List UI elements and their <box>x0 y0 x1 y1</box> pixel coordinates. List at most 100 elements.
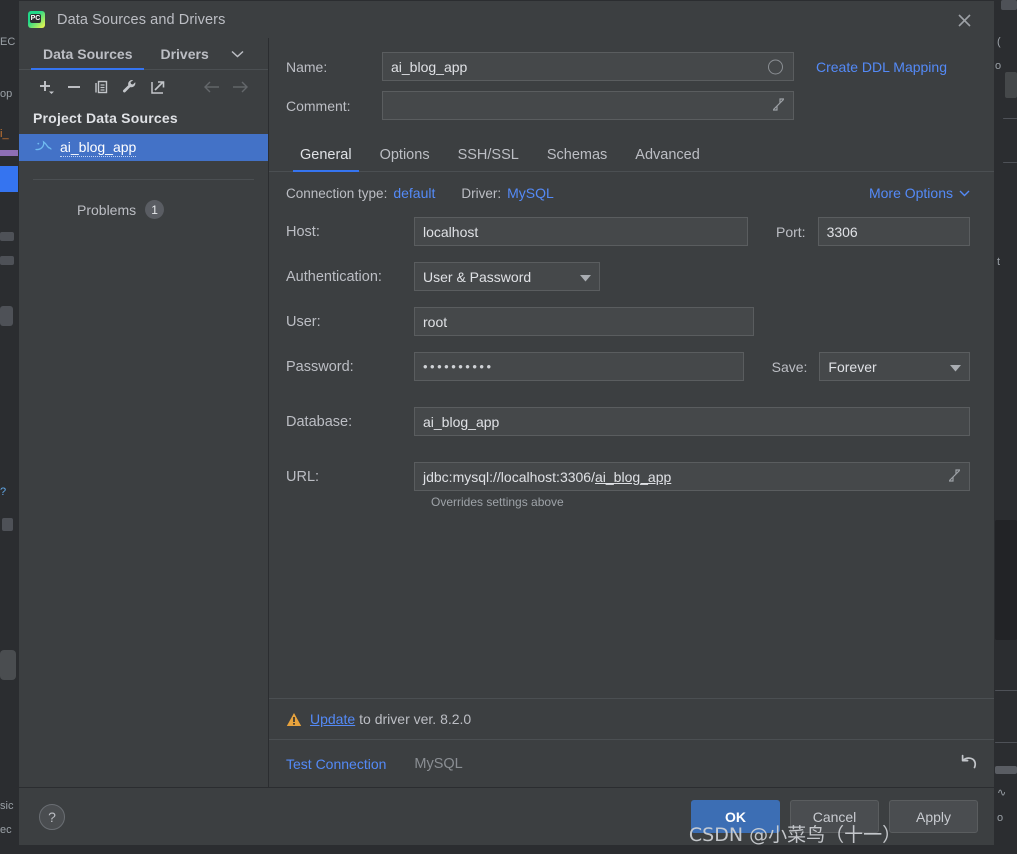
expand-icon[interactable] <box>772 97 785 114</box>
database-row: Database: ai_blog_app <box>286 407 970 436</box>
tab-options[interactable]: Options <box>366 142 444 171</box>
url-label: URL: <box>286 468 320 485</box>
port-input[interactable]: 3306 <box>817 217 970 246</box>
test-connection-bar: Test Connection MySQL <box>269 739 994 787</box>
expand-icon[interactable] <box>948 468 961 485</box>
create-ddl-mapping-link[interactable]: Create DDL Mapping <box>816 59 947 75</box>
authentication-row: Authentication: User & Password <box>286 262 970 291</box>
help-button[interactable]: ? <box>39 803 65 830</box>
host-input-value: localhost <box>423 223 479 240</box>
close-icon[interactable] <box>942 5 986 35</box>
driver-value[interactable]: MySQL <box>507 185 554 201</box>
background-ide-right-edge: ( t ∿ o o <box>995 0 1017 854</box>
user-label: User: <box>286 313 321 330</box>
database-label: Database: <box>286 413 353 430</box>
tab-data-sources-label: Data Sources <box>43 45 133 62</box>
tab-advanced-label: Advanced <box>635 147 700 163</box>
chevron-down-icon <box>950 359 961 375</box>
url-row: URL: jdbc:mysql://localhost:3306/ai_blog… <box>286 462 970 491</box>
sidebar-item-ai-blog-app[interactable]: ai_blog_app <box>19 134 268 161</box>
connection-type-value[interactable]: default <box>393 185 435 201</box>
host-label: Host: <box>286 223 320 240</box>
problems-count-badge: 1 <box>145 200 165 219</box>
sidebar-item-label: ai_blog_app <box>60 138 137 157</box>
data-sources-dialog: Data Sources and Drivers Data Sources Dr… <box>18 0 995 846</box>
tab-drivers-label: Drivers <box>160 45 209 62</box>
ok-button[interactable]: OK <box>691 800 780 833</box>
add-button[interactable] <box>33 74 59 100</box>
name-label: Name: <box>286 58 328 75</box>
comment-input[interactable] <box>382 91 794 120</box>
driver-label: Driver: <box>461 185 502 201</box>
database-input[interactable]: ai_blog_app <box>414 407 970 436</box>
password-input[interactable]: •••••••••• <box>414 352 744 381</box>
main-panel: Name: ai_blog_app Create DDL Mapping Com… <box>269 38 994 787</box>
host-row: Host: localhost Port: 3306 <box>286 217 970 246</box>
host-input[interactable]: localhost <box>414 217 748 246</box>
driver-update-text: to driver ver. 8.2.0 <box>359 711 472 727</box>
tab-schemas-label: Schemas <box>546 147 608 163</box>
user-row: User: root <box>286 307 970 336</box>
password-label: Password: <box>286 358 354 375</box>
remove-button[interactable] <box>61 74 87 100</box>
back-button[interactable] <box>199 74 225 100</box>
tab-general-label: General <box>300 147 352 163</box>
background-ide-left-edge: EC op i_ ? sic ec <box>0 0 18 854</box>
driver-update-bar: Update to driver ver. 8.2.0 <box>269 698 994 739</box>
database-input-value: ai_blog_app <box>423 413 500 430</box>
chevron-down-icon[interactable] <box>223 38 252 69</box>
port-input-value: 3306 <box>826 223 858 240</box>
tab-general[interactable]: General <box>286 142 366 172</box>
settings-tabs: General Options SSH/SSL Schemas Advanced <box>269 142 994 172</box>
comment-row: Comment: <box>286 91 970 120</box>
url-database-part: ai_blog_app <box>594 468 672 485</box>
port-label: Port: <box>775 223 806 240</box>
pycharm-icon <box>28 11 45 28</box>
authentication-select[interactable]: User & Password <box>414 262 600 291</box>
name-input[interactable]: ai_blog_app <box>382 52 794 81</box>
password-input-value: •••••••••• <box>423 359 494 374</box>
forward-button[interactable] <box>227 74 253 100</box>
tab-ssh-ssl-label: SSH/SSL <box>457 147 519 163</box>
chevron-down-icon <box>580 269 591 285</box>
tab-drivers[interactable]: Drivers <box>146 38 222 69</box>
sidebar-toolbar <box>19 70 268 104</box>
test-connection-status: MySQL <box>414 755 463 772</box>
sidebar-tabs: Data Sources Drivers <box>19 38 268 70</box>
tab-ssh-ssl[interactable]: SSH/SSL <box>444 142 533 171</box>
tab-schemas[interactable]: Schemas <box>533 142 621 171</box>
driver-update-link[interactable]: Update <box>310 711 355 727</box>
connection-form: Host: localhost Port: 3306 Authenticatio… <box>269 201 994 698</box>
screen: EC op i_ ? sic ec ( t ∿ o o Data Sources… <box>0 0 1017 854</box>
warning-triangle-icon <box>286 712 302 727</box>
sidebar: Data Sources Drivers Project Data Source… <box>19 38 269 787</box>
wrench-icon[interactable] <box>117 74 143 100</box>
test-connection-button[interactable]: Test Connection <box>286 756 386 772</box>
tab-advanced[interactable]: Advanced <box>621 142 714 171</box>
save-select[interactable]: Forever <box>819 352 970 381</box>
dialog-footer: ? OK Cancel Apply <box>19 787 994 845</box>
problems-row[interactable]: Problems 1 <box>19 180 268 219</box>
url-hint: Overrides settings above <box>431 495 564 509</box>
apply-button[interactable]: Apply <box>889 800 978 833</box>
tab-data-sources[interactable]: Data Sources <box>29 38 146 70</box>
save-label: Save: <box>771 358 808 375</box>
dialog-title: Data Sources and Drivers <box>57 11 226 28</box>
more-options-link[interactable]: More Options <box>869 185 953 201</box>
authentication-value: User & Password <box>423 268 532 285</box>
revert-arrow-icon[interactable] <box>958 753 978 775</box>
chevron-down-icon[interactable] <box>959 190 970 197</box>
comment-label: Comment: <box>286 97 351 114</box>
sidebar-group-title: Project Data Sources <box>33 110 178 126</box>
cancel-button[interactable]: Cancel <box>790 800 879 833</box>
url-prefix: jdbc:mysql://localhost:3306/ <box>423 468 595 485</box>
problems-label: Problems <box>77 201 137 218</box>
duplicate-button[interactable] <box>89 74 115 100</box>
password-row: Password: •••••••••• Save: Forever <box>286 352 970 381</box>
url-input[interactable]: jdbc:mysql://localhost:3306/ai_blog_app <box>414 462 970 491</box>
user-input[interactable]: root <box>414 307 754 336</box>
mysql-dolphin-icon <box>35 139 52 157</box>
circle-icon[interactable] <box>768 59 783 74</box>
name-input-value: ai_blog_app <box>391 58 468 75</box>
external-link-icon[interactable] <box>145 74 171 100</box>
